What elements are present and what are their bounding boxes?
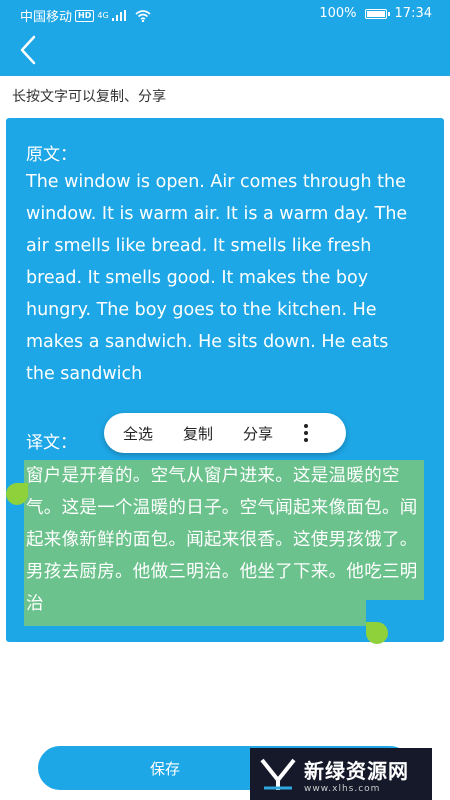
clock: 17:34 [394,6,432,21]
carrier-label: 中国移动 [20,10,73,25]
share-button[interactable]: 分享 [228,423,288,444]
translated-text[interactable]: 窗户是开着的。空气从窗户进来。这是温暖的空气。这是一个温暖的日子。空气闻起来像面… [26,460,426,620]
app-header: 中国移动 HD 4G 100% 17:34 [0,0,450,76]
wifi-icon [135,9,151,22]
select-all-button[interactable]: 全选 [104,423,168,444]
translation-label: 译文： [26,433,77,453]
battery-percent: 100% [319,6,357,21]
signal-icon [111,10,126,21]
original-text[interactable]: The window is open. Air comes through th… [26,166,421,390]
copy-button[interactable]: 复制 [168,423,228,444]
hd-badge: HD [75,9,95,22]
text-card: 原文： The window is open. Air comes throug… [6,118,444,644]
more-vertical-icon[interactable] [296,424,316,442]
original-label: 原文： [26,145,77,165]
save-button-label: 保存 [149,759,180,778]
watermark: 新绿资源网 www.xlhs.com [250,748,432,800]
hint-text: 长按文字可以复制、分享 [12,89,166,105]
text-context-menu: 全选 复制 分享 [104,413,346,453]
battery-icon [364,8,390,19]
watermark-url: www.xlhs.com [304,783,381,794]
selection-start-handle[interactable] [6,483,28,505]
network-label: 4G [97,11,109,20]
back-button[interactable] [10,30,46,70]
status-bar: 中国移动 HD 4G 100% 17:34 [0,0,450,28]
selection-end-handle[interactable] [366,622,388,644]
xlhs-logo-icon [260,758,296,790]
watermark-title: 新绿资源网 [304,758,409,783]
chevron-left-icon [20,35,36,65]
